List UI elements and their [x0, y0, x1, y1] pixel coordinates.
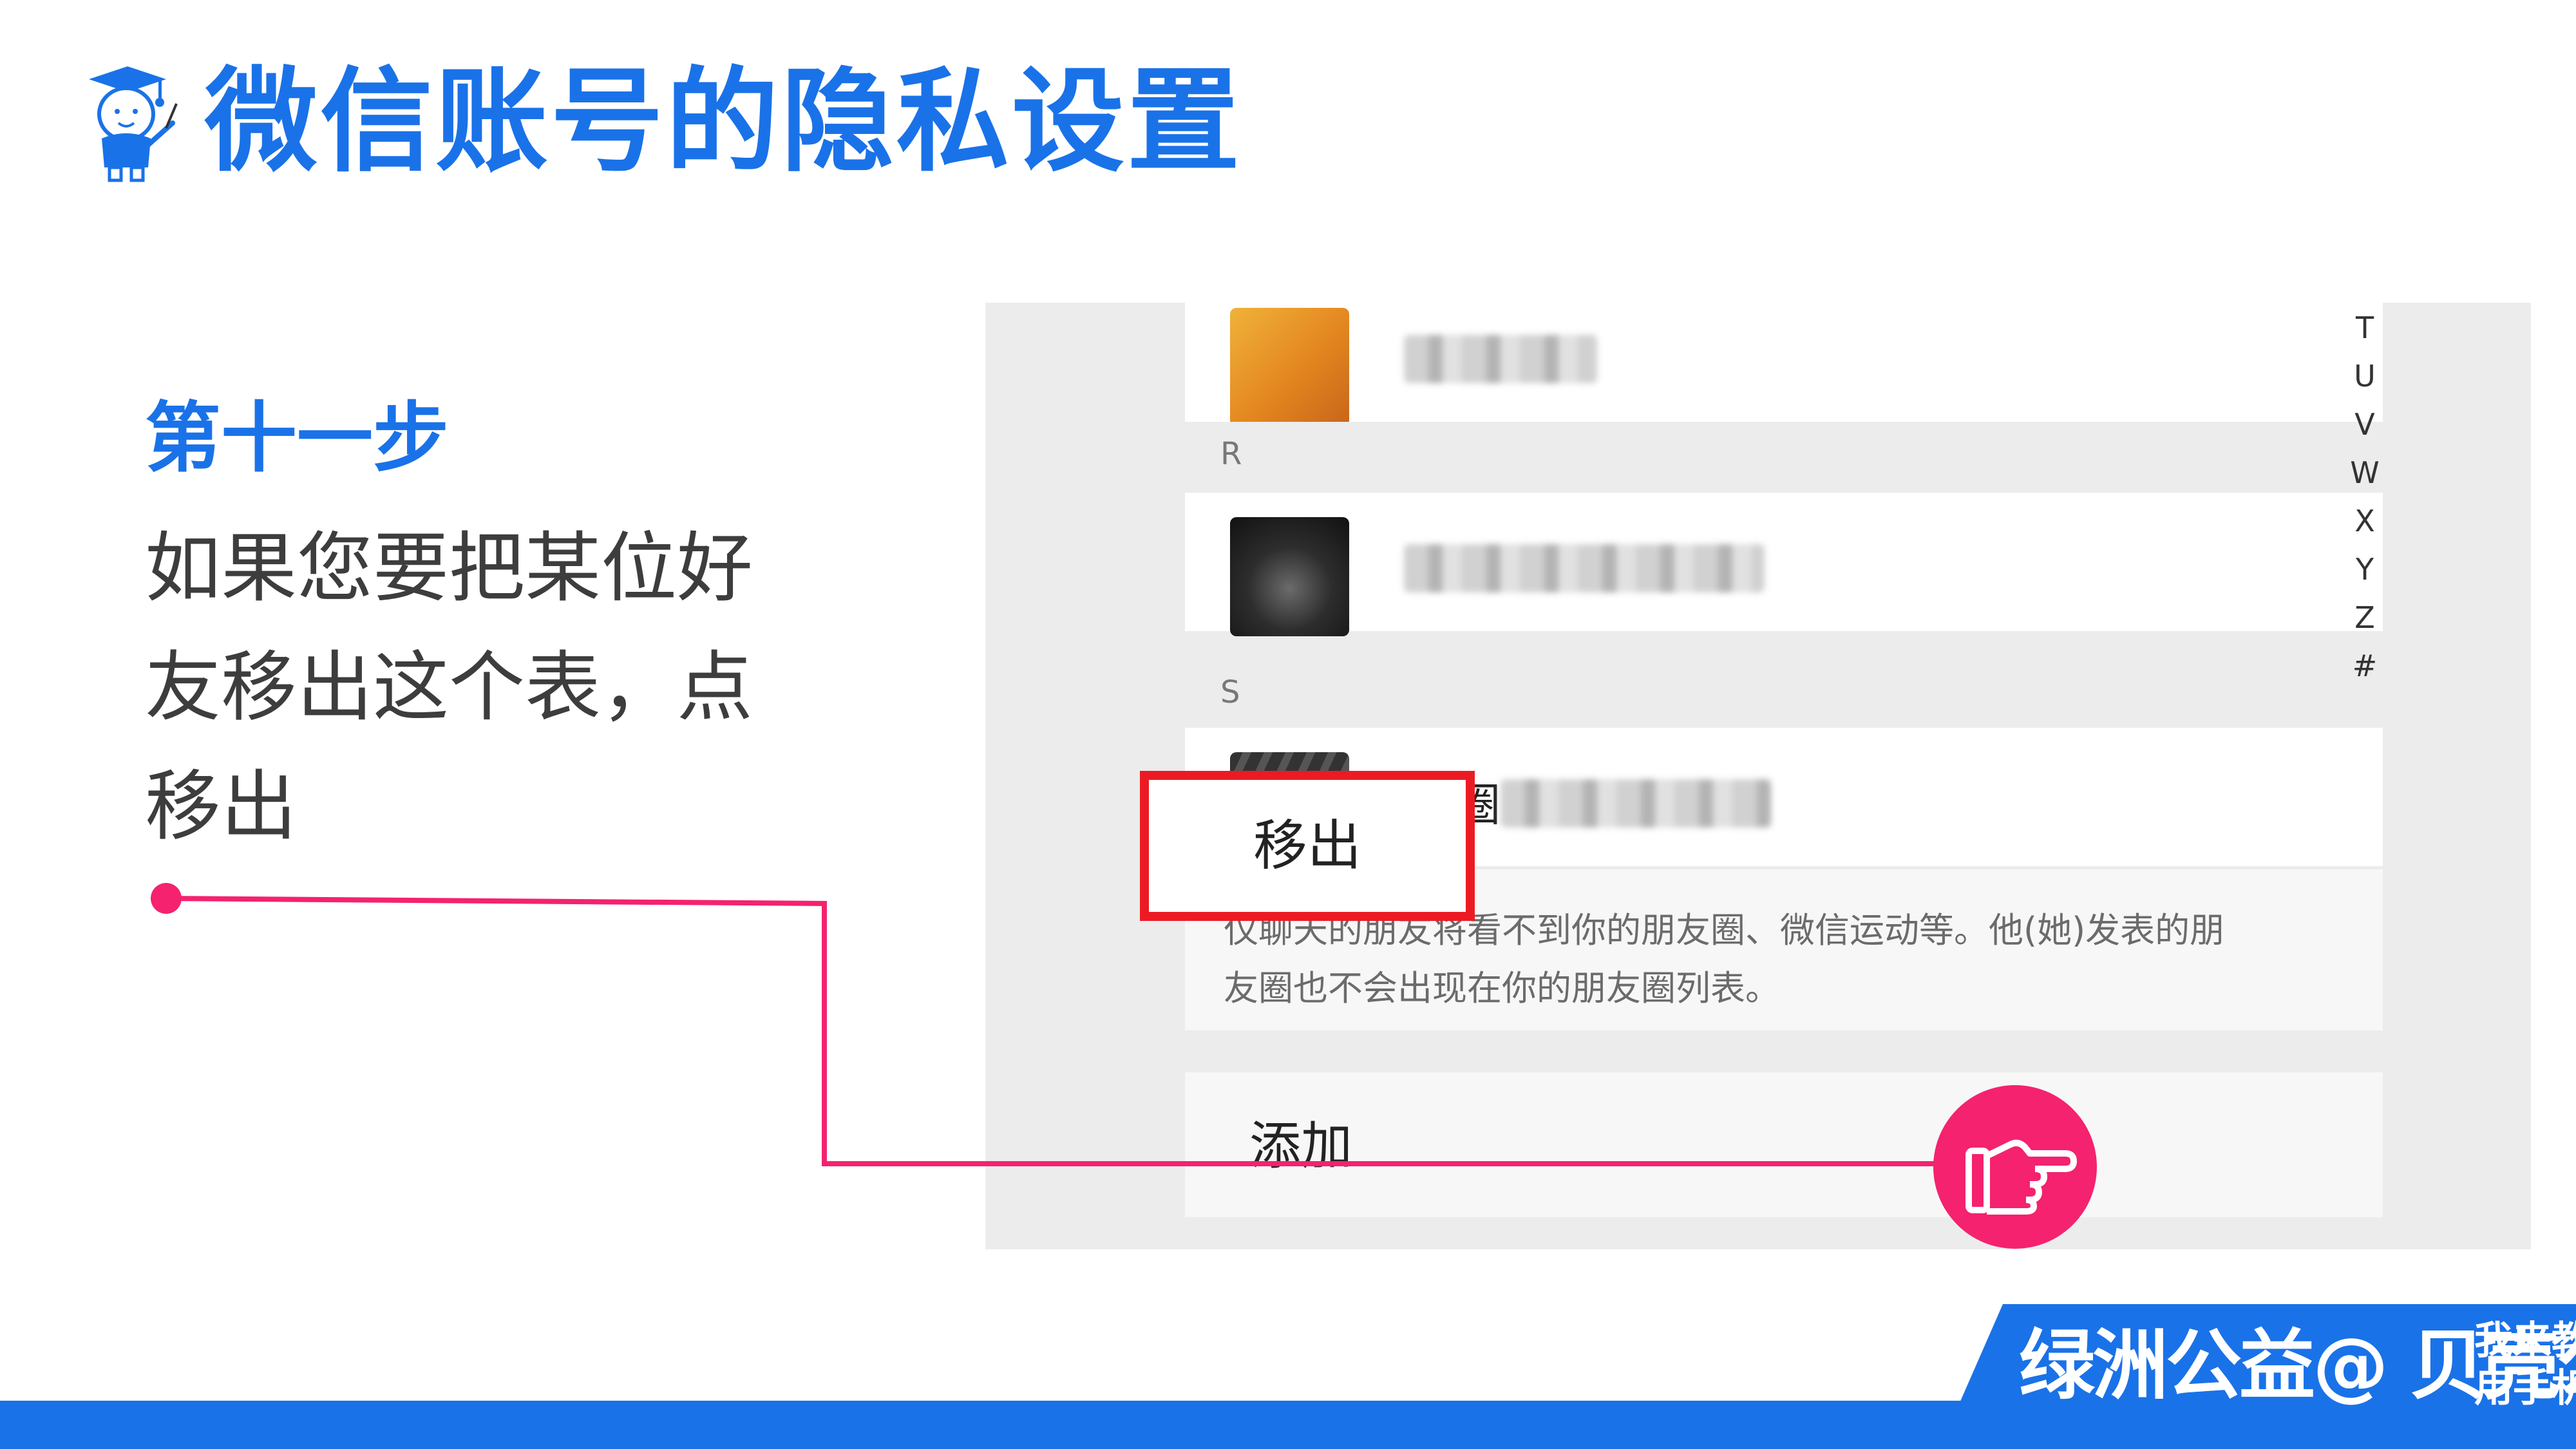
callout-connector-line: [151, 883, 1938, 1166]
slogan-line: 用手机: [2474, 1366, 2576, 1411]
footer-slogan: 我来教您 用手机: [2474, 1317, 2576, 1412]
slogan-line: 我来教您: [2474, 1318, 2576, 1363]
pointing-hand-icon: [1933, 1085, 2097, 1249]
